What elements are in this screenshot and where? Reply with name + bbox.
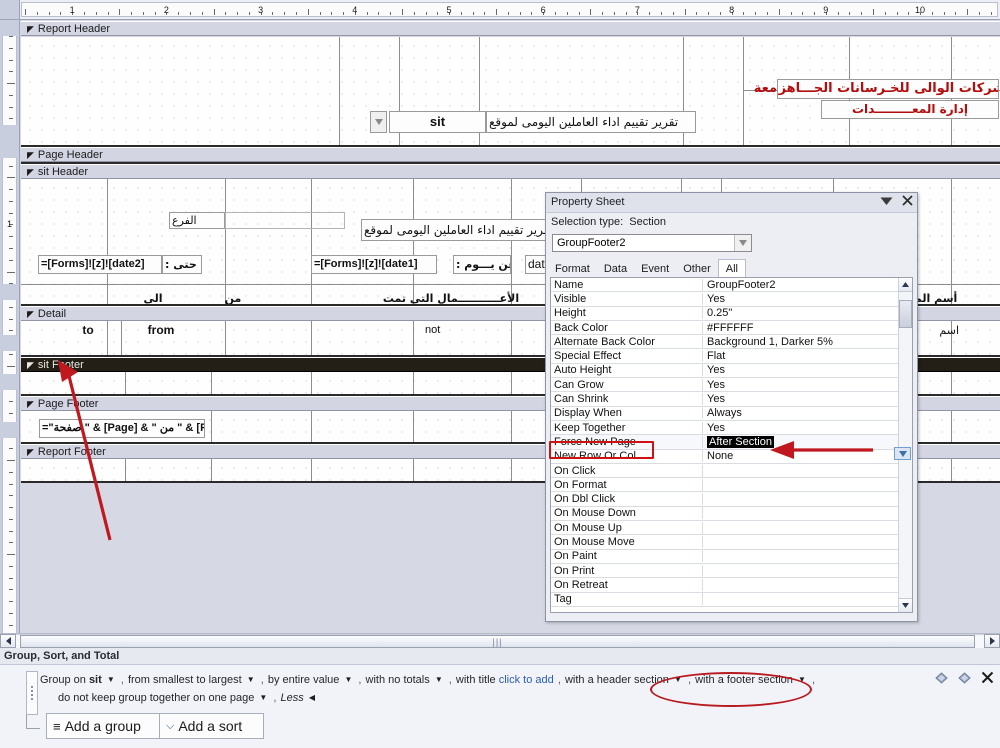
annotation-layer: [58, 360, 873, 541]
annotation-arrow-to-sit-footer: [58, 360, 112, 541]
annotation-arrow-to-after-section: [770, 441, 873, 459]
annotation-ellipse-footer-section: [650, 672, 812, 707]
annotation-box-force-new-page: [549, 441, 654, 459]
access-report-design-window: 12345678910 11 ◤Report Header شركات الوا…: [0, 0, 1000, 748]
